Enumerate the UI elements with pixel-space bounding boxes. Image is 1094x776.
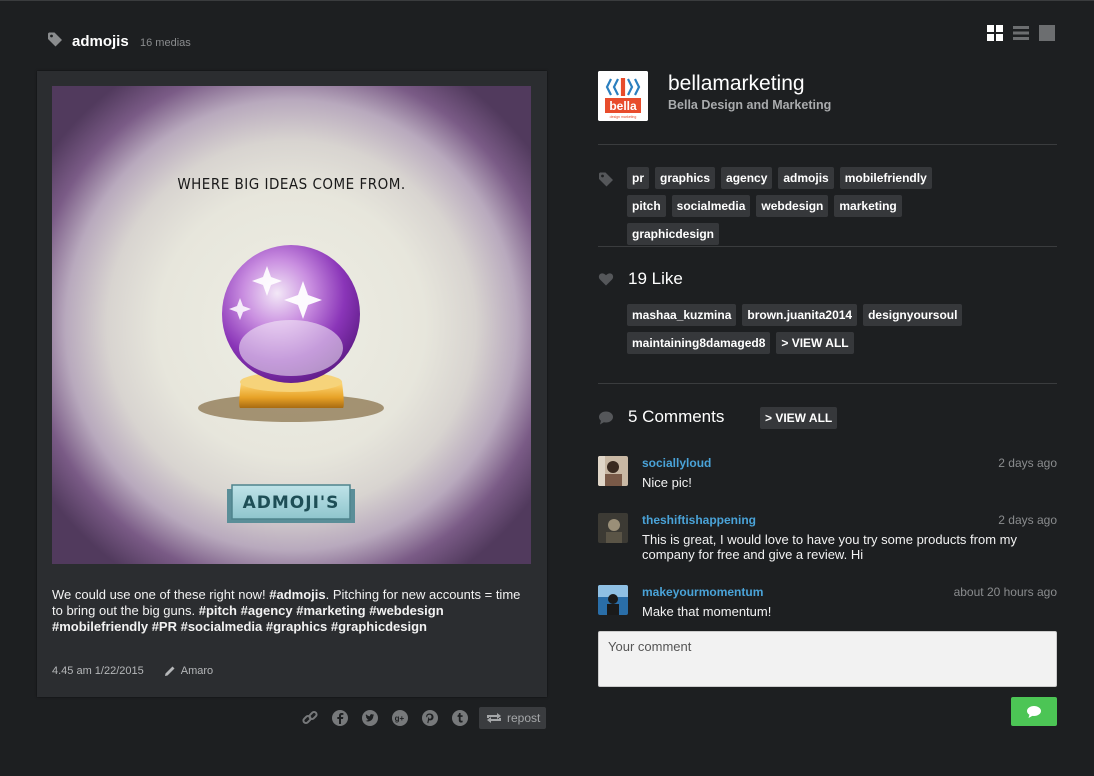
tag-icon bbox=[48, 32, 62, 47]
pinterest-icon[interactable] bbox=[421, 709, 439, 727]
liker-chip[interactable]: mashaa_kuzmina bbox=[627, 304, 737, 326]
tag-chip[interactable]: pr bbox=[627, 167, 649, 189]
send-comment-button[interactable] bbox=[1011, 697, 1057, 726]
post-image[interactable]: WHERE BIG IDEAS COME FROM. ADMOJI'S bbox=[52, 86, 531, 564]
google-plus-icon[interactable]: g+ bbox=[391, 709, 409, 727]
filter-name: Amaro bbox=[180, 665, 214, 677]
likes-count: 19 Like bbox=[628, 269, 683, 288]
user-fullname: Bella Design and Marketing bbox=[668, 98, 832, 112]
divider bbox=[598, 246, 1057, 247]
avatar[interactable] bbox=[598, 513, 628, 543]
tag-chip[interactable]: socialmedia bbox=[671, 195, 751, 217]
comment-text: Nice pic! bbox=[642, 475, 692, 490]
tag-chip[interactable]: graphicdesign bbox=[627, 223, 720, 245]
grid-view-icon[interactable] bbox=[987, 25, 1003, 41]
post-timestamp: 4.45 am 1/22/2015 bbox=[52, 665, 144, 677]
single-view-icon[interactable] bbox=[1039, 25, 1055, 41]
tumblr-icon[interactable] bbox=[451, 709, 469, 727]
hashtag-link[interactable]: #admojis bbox=[269, 587, 325, 602]
link-icon[interactable] bbox=[301, 709, 319, 727]
comment-input[interactable] bbox=[598, 631, 1057, 687]
tag-chip[interactable]: pitch bbox=[627, 195, 666, 217]
liker-chip[interactable]: designyoursoul bbox=[863, 304, 963, 326]
tag-chip[interactable]: webdesign bbox=[756, 195, 829, 217]
view-switcher bbox=[987, 25, 1055, 41]
comment-time: about 20 hours ago bbox=[953, 585, 1057, 599]
comment-time: 2 days ago bbox=[998, 456, 1057, 470]
tag-list: pr graphics agency admojis mobilefriendl… bbox=[627, 167, 957, 245]
comment-username[interactable]: makeyourmomentum bbox=[642, 585, 763, 599]
likes-view-all-button[interactable]: > VIEW ALL bbox=[776, 332, 854, 354]
comment-text: Make that momentum! bbox=[642, 604, 772, 619]
post-card: WHERE BIG IDEAS COME FROM. ADMOJI'S We c… bbox=[37, 71, 547, 697]
divider bbox=[598, 383, 1057, 384]
repost-button[interactable]: repost bbox=[479, 707, 547, 729]
comments-count: 5 Comments bbox=[628, 407, 725, 426]
share-bar: g+ repost bbox=[301, 707, 547, 729]
heart-icon bbox=[598, 273, 614, 286]
comment-username[interactable]: sociallyloud bbox=[642, 456, 711, 470]
liker-chip[interactable]: maintaining8damaged8 bbox=[627, 332, 771, 354]
comment-icon bbox=[599, 411, 613, 425]
tag-icon bbox=[599, 172, 613, 187]
comment-text: This is great, I would love to have you … bbox=[642, 532, 1017, 562]
tag-chip[interactable]: marketing bbox=[834, 195, 902, 217]
repost-icon bbox=[487, 713, 501, 723]
facebook-icon[interactable] bbox=[331, 709, 349, 727]
media-count: 16 medias bbox=[140, 37, 191, 49]
chat-bubble-icon bbox=[1027, 705, 1041, 718]
likers-list: mashaa_kuzmina brown.juanita2014 designy… bbox=[627, 304, 987, 354]
comment-time: 2 days ago bbox=[998, 513, 1057, 527]
comment-username[interactable]: theshiftishappening bbox=[642, 513, 756, 527]
bella-logo: bella design marketing bbox=[598, 71, 648, 121]
svg-text:g+: g+ bbox=[395, 714, 405, 723]
avatar[interactable] bbox=[598, 585, 628, 615]
liker-chip[interactable]: brown.juanita2014 bbox=[742, 304, 858, 326]
avatar-sublabel: design marketing bbox=[610, 115, 637, 119]
page-title[interactable]: admojis bbox=[72, 33, 129, 50]
username[interactable]: bellamarketing bbox=[668, 72, 805, 96]
comments-view-all-button[interactable]: > VIEW ALL bbox=[760, 407, 838, 429]
twitter-icon[interactable] bbox=[361, 709, 379, 727]
tag-chip[interactable]: graphics bbox=[655, 167, 716, 189]
repost-label: repost bbox=[507, 711, 541, 725]
pencil-icon bbox=[164, 666, 175, 676]
post-caption: We could use one of these right now! #ad… bbox=[52, 587, 522, 635]
tag-chip[interactable]: admojis bbox=[778, 167, 834, 189]
image-banner: ADMOJI'S bbox=[242, 493, 340, 513]
post-meta: 4.45 am 1/22/2015 Amaro bbox=[52, 665, 213, 677]
tag-chip[interactable]: mobilefriendly bbox=[839, 167, 932, 189]
avatar-label: bella bbox=[609, 99, 637, 113]
avatar[interactable] bbox=[598, 456, 628, 486]
divider bbox=[598, 144, 1057, 145]
avatar[interactable]: bella design marketing bbox=[598, 71, 648, 121]
top-border bbox=[0, 0, 1094, 1]
caption-part: We could use one of these right now! bbox=[52, 587, 270, 602]
tag-chip[interactable]: agency bbox=[721, 167, 773, 189]
list-view-icon[interactable] bbox=[1013, 25, 1029, 41]
